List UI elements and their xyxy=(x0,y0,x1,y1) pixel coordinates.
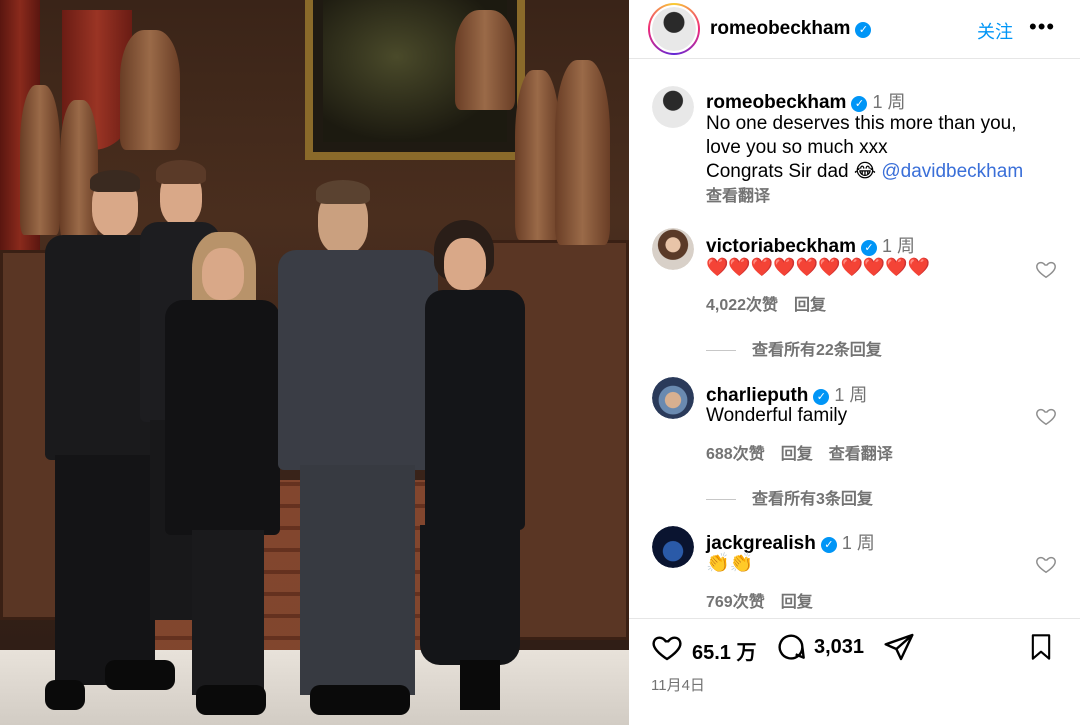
like-heart-icon[interactable] xyxy=(1035,258,1057,280)
comment-likes[interactable]: 688次赞 xyxy=(706,446,765,463)
like-heart-icon[interactable] xyxy=(1035,405,1057,427)
comment-likes[interactable]: 769次赞 xyxy=(706,594,765,611)
translate-link[interactable]: 查看翻译 xyxy=(829,446,893,463)
verified-icon: ✓ xyxy=(813,389,830,405)
action-bar: 65.1 万 3,031 11月4日 xyxy=(629,618,1080,725)
mention-link[interactable]: @davidbeckham xyxy=(881,161,1023,182)
avatar xyxy=(650,5,698,53)
post-date: 11月4日 xyxy=(651,677,705,694)
story-ring[interactable] xyxy=(648,3,700,55)
comment-text: Wonderful family xyxy=(706,405,848,426)
comment-text: 👏👏 xyxy=(706,553,754,574)
verified-icon: ✓ xyxy=(855,22,872,38)
comment-meta: 769次赞 回复 xyxy=(706,588,829,612)
reply-button[interactable]: 回复 xyxy=(781,446,813,463)
comment-meta: 688次赞 回复 查看翻译 xyxy=(706,440,909,464)
like-heart-icon[interactable] xyxy=(651,631,683,663)
follow-button[interactable]: 关注 xyxy=(977,18,1013,44)
verified-icon: ✓ xyxy=(860,240,877,256)
view-replies-button[interactable]: 查看所有3条回复 xyxy=(706,485,873,509)
post-photo[interactable] xyxy=(0,0,629,725)
comment-meta: 4,022次赞 回复 xyxy=(706,291,842,315)
reply-button[interactable]: 回复 xyxy=(794,297,826,314)
comment-icon[interactable] xyxy=(775,631,807,663)
like-count[interactable]: 65.1 万 xyxy=(692,636,756,665)
view-replies-button[interactable]: 查看所有22条回复 xyxy=(706,336,882,360)
verified-icon: ✓ xyxy=(851,96,868,112)
header-username[interactable]: romeobeckham ✓ xyxy=(710,18,872,40)
reply-button[interactable]: 回复 xyxy=(781,594,813,611)
like-heart-icon[interactable] xyxy=(1035,553,1057,575)
avatar[interactable] xyxy=(652,86,694,128)
caption-username[interactable]: romeobeckham ✓ 1 周 xyxy=(706,88,905,114)
bookmark-icon[interactable] xyxy=(1027,631,1055,663)
avatar[interactable] xyxy=(652,377,694,419)
translate-link[interactable]: 查看翻译 xyxy=(706,182,770,206)
caption-text: No one deserves this more than you, love… xyxy=(706,113,1024,182)
caption-time: 1 周 xyxy=(872,92,906,112)
avatar[interactable] xyxy=(652,526,694,568)
post-header: romeobeckham ✓ 关注 ••• xyxy=(629,0,1080,59)
post-side-panel: romeobeckham ✓ 关注 ••• romeobeckham ✓ 1 周 No… xyxy=(629,0,1080,725)
avatar[interactable] xyxy=(652,228,694,270)
verified-icon: ✓ xyxy=(820,537,837,553)
comment-count[interactable]: 3,031 xyxy=(814,636,864,659)
comment-text: ❤️❤️❤️❤️❤️❤️❤️❤️❤️❤️ xyxy=(706,257,931,277)
comment-likes[interactable]: 4,022次赞 xyxy=(706,297,778,314)
share-icon[interactable] xyxy=(883,631,915,663)
more-options-icon[interactable]: ••• xyxy=(1029,14,1055,40)
